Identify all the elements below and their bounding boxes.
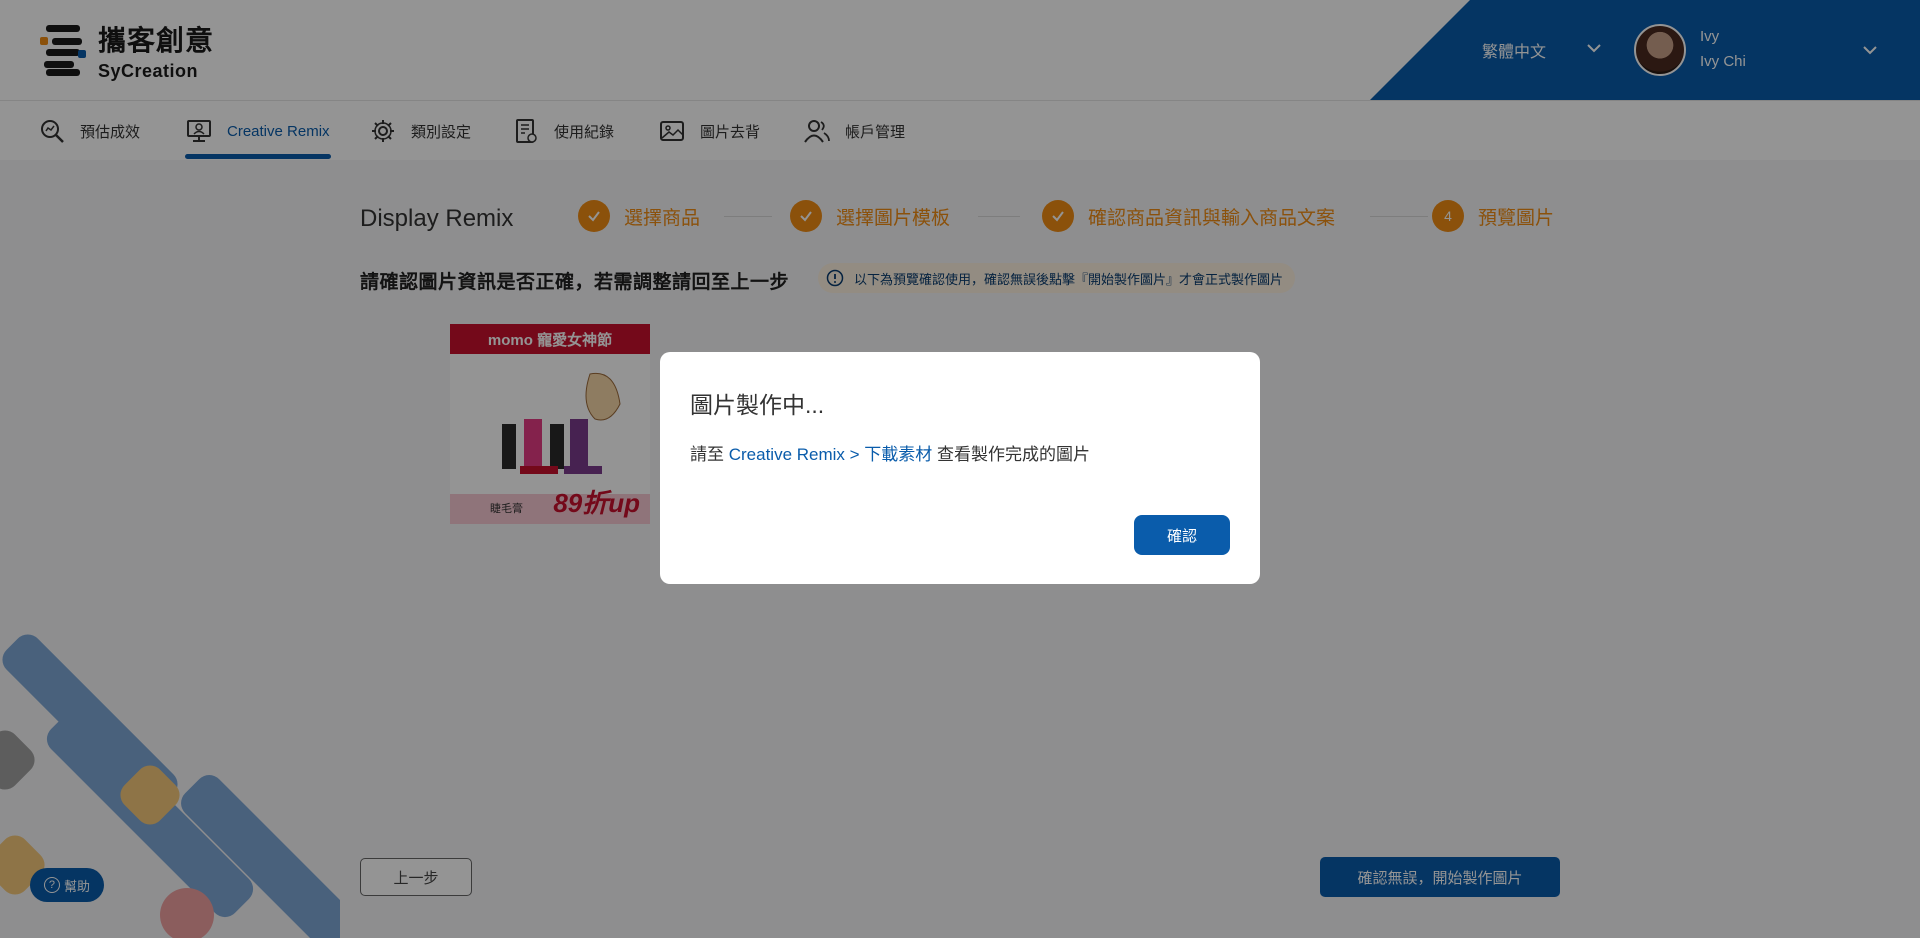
processing-dialog: 圖片製作中... 請至 Creative Remix > 下載素材 查看製作完成…	[660, 352, 1260, 584]
dialog-message-prefix: 請至	[690, 445, 724, 464]
dialog-message-suffix: 查看製作完成的圖片	[937, 445, 1091, 464]
dialog-confirm-button[interactable]: 確認	[1134, 515, 1230, 555]
dialog-message: 請至 Creative Remix > 下載素材 查看製作完成的圖片	[690, 440, 1090, 465]
download-assets-link[interactable]: Creative Remix > 下載素材	[729, 445, 933, 464]
dialog-title: 圖片製作中...	[690, 392, 825, 418]
